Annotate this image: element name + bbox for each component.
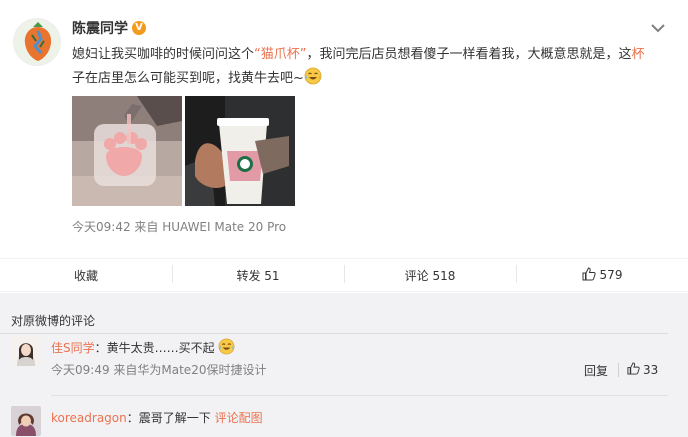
laughing-tears-emoji-icon: [304, 67, 322, 94]
post-photo-2[interactable]: [185, 96, 295, 206]
comment-like-count: 33: [643, 363, 659, 377]
laughing-tears-emoji-icon: [218, 338, 235, 358]
comment-separator: ：: [94, 341, 107, 355]
post-author[interactable]: 陈震同学 V: [72, 18, 146, 38]
thumbs-up-icon: [582, 266, 596, 284]
comment-separator: ：: [126, 411, 139, 425]
like-count: 579: [599, 268, 623, 282]
comment-reply-button[interactable]: 回复: [584, 362, 608, 379]
weibo-post: 陈震同学 V 媳妇让我买咖啡的时候问问这个“猫爪杯”，我问完后店员想看傻子一样看…: [0, 0, 688, 258]
comment-like-button[interactable]: 33: [627, 362, 658, 378]
comment-text: koreadragon：震哥了解一下 评论配图: [51, 409, 263, 426]
post-action-bar: 收藏 转发 51 评论 518 579: [0, 258, 688, 292]
comment-image-link[interactable]: 评论配图: [215, 411, 263, 425]
post-text-part: 子在店里怎么可能买到呢，找黄牛去吧~: [72, 71, 304, 86]
post-text-part: 媳妇让我买咖啡的时候问问这个: [72, 47, 255, 62]
repost-label: 转发 51: [236, 268, 280, 283]
author-avatar[interactable]: [13, 18, 61, 66]
comment-row-divider: [51, 395, 668, 396]
comment-body: 黄牛太贵……买不起: [106, 341, 215, 355]
post-text: 媳妇让我买咖啡的时候问问这个“猫爪杯”，我问完后店员想看傻子一样看着我，大概意思…: [72, 43, 652, 94]
post-photo-1[interactable]: [72, 96, 182, 206]
chevron-down-icon[interactable]: [648, 20, 668, 36]
comment-username[interactable]: koreadragon: [51, 411, 127, 425]
commenter-avatar[interactable]: [11, 406, 41, 436]
comment-action-divider: [618, 363, 619, 377]
comment-username[interactable]: 佳S同学: [51, 341, 95, 355]
comment-text: 佳S同学：黄牛太贵……买不起: [51, 338, 235, 358]
favorite-button[interactable]: 收藏: [0, 267, 172, 284]
comment-meta: 今天09:49 来自华为Mate20保时捷设计: [51, 363, 267, 377]
thumbs-up-icon: [627, 362, 640, 378]
post-text-highlight: 杯: [631, 47, 645, 62]
favorite-label: 收藏: [73, 268, 98, 283]
repost-button[interactable]: 转发 51: [172, 264, 344, 284]
commenter-avatar[interactable]: [11, 336, 41, 366]
like-button[interactable]: 579: [516, 264, 688, 284]
post-meta: 今天09:42 来自 HUAWEI Mate 20 Pro: [72, 220, 287, 234]
comment-label: 评论 518: [404, 268, 456, 283]
comments-section: 对原微博的评论 佳S同学：黄牛太贵……买不起 今天09:49 来自华为Mate2…: [0, 293, 688, 437]
post-text-part: ，我问完后店员想看傻子一样看着我，大概意思就是，这: [306, 47, 632, 62]
comments-title: 对原微博的评论: [11, 314, 96, 328]
verified-badge-icon: V: [132, 21, 146, 35]
comments-divider: [0, 333, 668, 334]
author-name[interactable]: 陈震同学: [72, 18, 128, 38]
post-text-highlight[interactable]: “猫爪杯”: [254, 47, 306, 62]
comment-button[interactable]: 评论 518: [344, 264, 516, 284]
comment-body: 震哥了解一下: [138, 411, 211, 425]
